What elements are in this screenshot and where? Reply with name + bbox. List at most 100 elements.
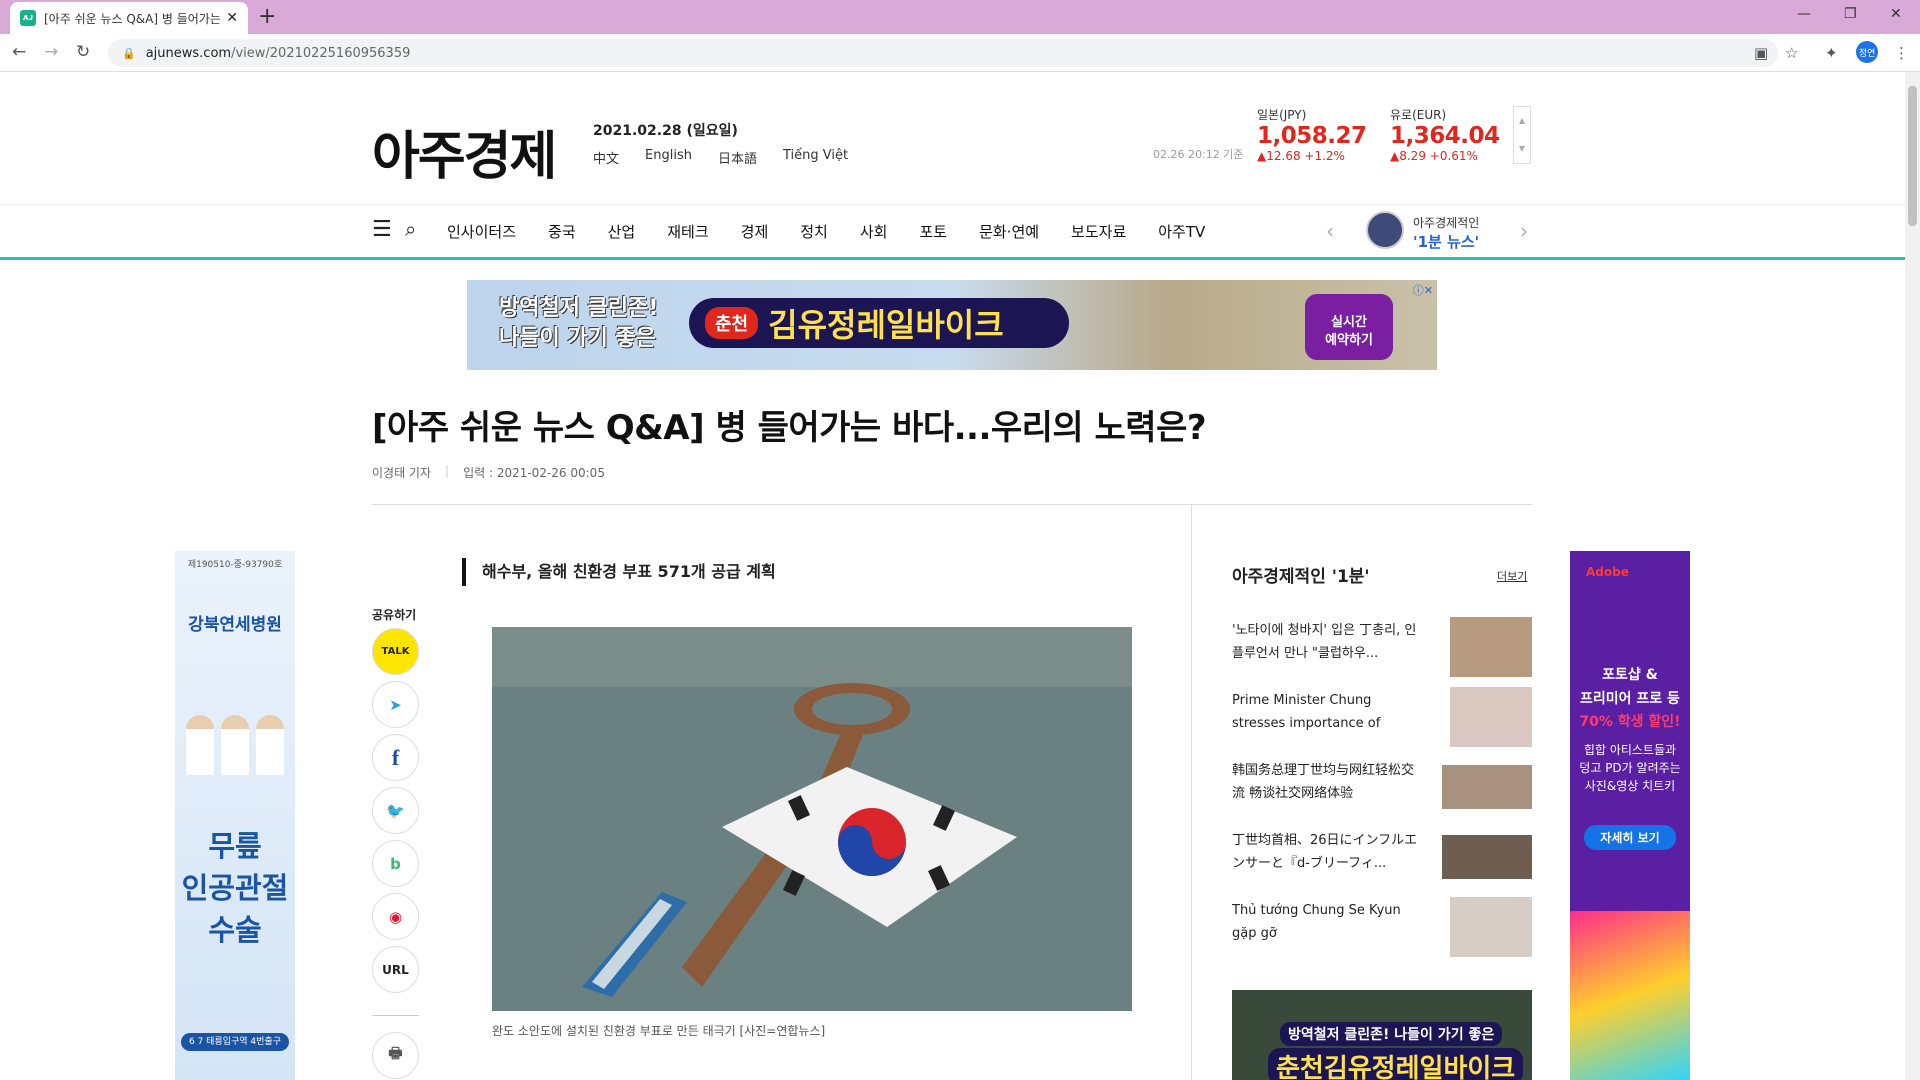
nav-item-insiders[interactable]: 인사이터즈: [447, 221, 516, 242]
menu-dots-icon[interactable]: ⋮: [1894, 44, 1909, 62]
top-banner-ad[interactable]: 방역철저 클린존! 나들이 가기 좋은 춘천 김유정레일바이크 실시간 예약하기 ⓘ…: [467, 280, 1437, 370]
sidebar-item-thumbnail[interactable]: [1450, 687, 1532, 747]
url-path: /view/20210225160956359: [231, 45, 411, 61]
sidebar-ad-brand: 춘천김유정레일바이크: [1268, 1048, 1524, 1080]
adchoices-icon[interactable]: ⓘ✕: [1413, 282, 1433, 298]
rate-value: 1,364.04: [1390, 123, 1500, 149]
weibo-share-icon[interactable]: ◉: [372, 893, 419, 940]
hamburger-menu-icon[interactable]: ☰: [372, 217, 392, 242]
sidebar-list-item[interactable]: '노타이에 청바지' 입은 丁총리, 인플루언서 만나 "클럽하우...: [1232, 617, 1532, 679]
address-bar-row: ← → ↻ 🔒 ajunews.com/view/202102251609563…: [0, 34, 1920, 72]
url-bar[interactable]: 🔒 ajunews.com/view/20210225160956359: [108, 39, 1778, 67]
sidebar-list-item[interactable]: Thủ tướng Chung Se Kyun gặp gỡ influence…: [1232, 897, 1532, 959]
scrollbar-thumb[interactable]: [1908, 86, 1917, 226]
sidebar-item-thumbnail[interactable]: [1442, 835, 1532, 879]
sidebar-item-thumbnail[interactable]: [1442, 765, 1532, 809]
restore-icon[interactable]: ❐: [1844, 6, 1857, 22]
ad-hospital-name: 강북연세병원: [188, 615, 282, 635]
ad-cta-button[interactable]: 실시간 예약하기: [1305, 294, 1393, 360]
nav-item-society[interactable]: 사회: [860, 221, 888, 242]
ad-discount: 70% 학생 할인!: [1579, 714, 1681, 730]
right-skyscraper-ad[interactable]: Adobe 포토샵 & 프리미어 프로 등 70% 학생 할인! 힙합 아티스트들…: [1570, 551, 1690, 1080]
published-time: 입력 : 2021-02-26 00:05: [463, 466, 605, 480]
sidebar-ad[interactable]: 방역철저 클린존! 나들이 가기 좋은 춘천김유정레일바이크: [1232, 990, 1532, 1080]
main-nav: ☰ ⌕ 인사이터즈 중국 산업 재테크 경제 정치 사회 포토 문화·연예 보도…: [0, 204, 1905, 260]
nav-item-press[interactable]: 보도자료: [1071, 221, 1126, 242]
nav-item-china[interactable]: 중국: [548, 221, 576, 242]
ad-headline: 무릎 인공관절 수술: [181, 829, 289, 947]
sidebar-item-thumbnail[interactable]: [1450, 897, 1532, 957]
nav-item-economy[interactable]: 경제: [741, 221, 769, 242]
chevron-right-icon[interactable]: ›: [1520, 219, 1528, 243]
lock-icon: 🔒: [122, 46, 136, 60]
back-icon[interactable]: ←: [12, 42, 26, 62]
lang-japanese-link[interactable]: 日本語: [718, 148, 757, 167]
ad-station: 6 7 태릉입구역 4번출구: [181, 1033, 289, 1051]
minimize-icon[interactable]: —: [1797, 6, 1811, 22]
ad-license: 제190510-중-93790호: [187, 560, 283, 570]
new-tab-icon[interactable]: +: [258, 4, 276, 29]
language-links: 中文 English 日本語 Tiếng Việt: [593, 148, 848, 167]
sidebar-item-title[interactable]: '노타이에 청바지' 입은 丁총리, 인플루언서 만나 "클럽하우...: [1232, 619, 1422, 665]
sidebar-item-title[interactable]: 丁世均首相、26日にインフルエンサーと『d-ブリーフィ...: [1232, 829, 1422, 875]
url-copy-button[interactable]: URL: [372, 946, 419, 993]
bookmark-star-icon[interactable]: ☆: [1785, 44, 1798, 62]
sidebar-title: 아주경제적인 '1분': [1232, 567, 1370, 587]
forward-icon[interactable]: →: [44, 42, 58, 62]
nav-item-ajutv[interactable]: 아주TV: [1158, 221, 1205, 242]
site-logo[interactable]: 아주경제: [372, 114, 557, 189]
search-icon[interactable]: ⌕: [405, 217, 416, 241]
lang-chinese-link[interactable]: 中文: [593, 148, 619, 167]
twitter-share-icon[interactable]: 🐦: [372, 787, 419, 834]
rate-scroll-arrows[interactable]: ▲ ▼: [1513, 106, 1531, 164]
ad-description: 힙합 아티스트들과 덩고 PD가 알려주는 사진&영상 치트키: [1579, 743, 1681, 793]
close-window-icon[interactable]: ✕: [1890, 6, 1902, 22]
nav-item-politics[interactable]: 정치: [800, 221, 828, 242]
sidebar-list-item[interactable]: Prime Minister Chung stresses importance…: [1232, 687, 1532, 749]
sidebar-item-title[interactable]: Prime Minister Chung stresses importance…: [1232, 689, 1422, 735]
ad-product-text: 포토샵 & 프리미어 프로 등: [1580, 667, 1680, 707]
sidebar-item-title[interactable]: Thủ tướng Chung Se Kyun gặp gỡ influence…: [1232, 899, 1422, 945]
sidebar-list-item[interactable]: 丁世均首相、26日にインフルエンサーと『d-ブリーフィ...: [1232, 827, 1532, 889]
extensions-icon[interactable]: ✦: [1825, 44, 1838, 62]
reload-icon[interactable]: ↻: [76, 42, 90, 62]
profile-avatar[interactable]: 정연: [1856, 41, 1878, 63]
article-subhead: 해수부, 올해 친환경 부표 571개 공급 계획: [462, 558, 776, 586]
rate-timestamp: 02.26 20:12 기준: [1153, 148, 1244, 161]
rate-eur: 유로(EUR) 1,364.04 ▲8.29 +0.61%: [1390, 106, 1500, 163]
sidebar-more-link[interactable]: 더보기: [1497, 568, 1527, 584]
nav-item-industry[interactable]: 산업: [608, 221, 636, 242]
left-skyscraper-ad[interactable]: 제190510-중-93790호 강북연세병원 무릎 인공관절 수술 6 7 태릉입…: [175, 551, 295, 1080]
nav-item-finance[interactable]: 재테크: [667, 221, 708, 242]
nav-item-photo[interactable]: 포토: [919, 221, 947, 242]
article-photo: [492, 627, 1132, 1011]
browser-tab[interactable]: ᴀᴊ [아주 쉬운 뉴스 Q&A] 병 들어가는 ✕: [10, 2, 248, 34]
share-label: 공유하기: [372, 608, 417, 622]
ad-cta-button[interactable]: 자세히 보기: [1584, 825, 1676, 850]
band-share-icon[interactable]: b: [372, 840, 419, 887]
telegram-share-icon[interactable]: ➤: [372, 681, 419, 728]
photo-caption: 완도 소안도에 설치된 친환경 부표로 만든 태극기 [사진=연합뉴스]: [492, 1024, 826, 1038]
kakaotalk-share-icon[interactable]: TALK: [372, 628, 419, 675]
lang-vietnamese-link[interactable]: Tiếng Việt: [783, 148, 848, 167]
sidebar-item-thumbnail[interactable]: [1450, 617, 1532, 677]
lang-english-link[interactable]: English: [645, 148, 692, 167]
facebook-share-icon[interactable]: f: [372, 734, 419, 781]
chevron-left-icon[interactable]: ‹: [1326, 219, 1334, 243]
adobe-logo: Adobe: [1586, 565, 1629, 579]
page-scrollbar[interactable]: [1905, 72, 1920, 1080]
promo-avatar[interactable]: [1366, 211, 1404, 249]
close-tab-icon[interactable]: ✕: [226, 10, 238, 26]
promo-line1[interactable]: 아주경제적인: [1413, 214, 1479, 231]
browser-tab-strip: ᴀᴊ [아주 쉬운 뉴스 Q&A] 병 들어가는 ✕ + — ❐ ✕: [0, 0, 1920, 34]
print-icon[interactable]: 🖶: [372, 1032, 419, 1079]
ad-slogan: 방역철저 클린존! 나들이 가기 좋은: [499, 296, 659, 351]
reporter[interactable]: 이경태 기자: [372, 464, 431, 481]
sidebar-item-title[interactable]: 韩国务总理丁世均与网红轻松交流 畅谈社交网络体验: [1232, 759, 1422, 805]
cast-icon[interactable]: ▣: [1754, 44, 1768, 62]
sidebar-list-item[interactable]: 韩国务总理丁世均与网红轻松交流 畅谈社交网络体验: [1232, 757, 1532, 819]
rate-change: ▲8.29 +0.61%: [1390, 149, 1478, 163]
promo-line2[interactable]: '1분 뉴스': [1413, 231, 1479, 252]
nav-item-culture[interactable]: 문화·연예: [979, 221, 1039, 242]
header-date: 2021.02.28 (일요일): [593, 123, 738, 139]
